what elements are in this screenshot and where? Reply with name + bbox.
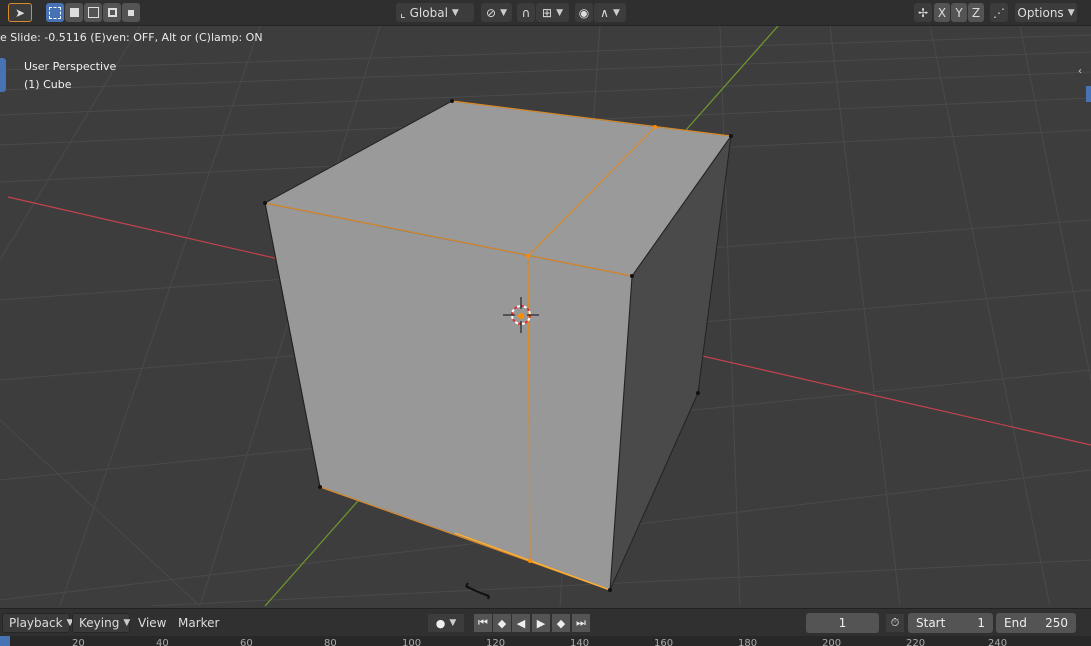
auto-merge-icon: ⋰ bbox=[993, 5, 1005, 20]
falloff-dropdown[interactable]: ∧ ▼ bbox=[594, 3, 626, 22]
ruler-tick: 200 bbox=[822, 638, 842, 646]
start-value: 1 bbox=[977, 616, 985, 630]
prev-keyframe-icon: ◆ bbox=[497, 616, 507, 630]
start-label: Start bbox=[916, 616, 946, 630]
jump-end-icon: ⏭ bbox=[576, 616, 586, 629]
pivot-point-dropdown[interactable]: ⊘ ▼ bbox=[481, 3, 512, 22]
playback-menu[interactable]: Playback ▼ bbox=[2, 613, 73, 633]
ruler-tick: 60 bbox=[240, 638, 253, 646]
magnet-icon: ∩ bbox=[521, 5, 531, 20]
ruler-tick: 140 bbox=[570, 638, 590, 646]
select-intersect-icon bbox=[128, 9, 134, 16]
status-text: e Slide: -0.5116 (E)ven: OFF, Alt or (C)… bbox=[0, 31, 263, 44]
falloff-curve-icon: ∧ bbox=[600, 5, 609, 20]
start-frame-field[interactable]: Start 1 bbox=[908, 613, 993, 633]
record-icon: ● bbox=[435, 616, 446, 630]
play-reverse-icon: ◀ bbox=[516, 616, 526, 630]
preview-range-button[interactable]: ⏱ bbox=[886, 614, 904, 632]
next-keyframe-button[interactable]: ◆ bbox=[552, 614, 570, 632]
next-keyframe-icon: ◆ bbox=[556, 616, 566, 630]
chevron-down-icon: ▼ bbox=[1067, 7, 1075, 18]
play-icon: ▶ bbox=[536, 616, 546, 630]
select-difference-button[interactable] bbox=[103, 3, 121, 22]
playhead-marker[interactable] bbox=[0, 636, 10, 646]
select-subtract-icon bbox=[87, 7, 99, 18]
mirror-x-button[interactable]: X bbox=[934, 3, 950, 22]
select-box-new-button[interactable] bbox=[46, 3, 64, 22]
object-name-label: (1) Cube bbox=[24, 78, 72, 91]
snap-toggle-button[interactable]: ∩ bbox=[517, 3, 535, 22]
jump-start-icon: ⏮ bbox=[478, 616, 488, 629]
proportional-edit-button[interactable]: ◉ bbox=[575, 3, 593, 22]
keying-label: Keying bbox=[79, 616, 120, 630]
end-label: End bbox=[1004, 616, 1027, 630]
mirror-y-label: Y bbox=[955, 5, 963, 20]
select-intersect-button[interactable] bbox=[122, 3, 140, 22]
auto-merge-button[interactable]: ⋰ bbox=[990, 3, 1008, 22]
chevron-down-icon: ▼ bbox=[123, 618, 131, 628]
ruler-tick: 100 bbox=[402, 638, 422, 646]
select-extend-icon bbox=[69, 8, 79, 17]
mirror-z-label: Z bbox=[971, 5, 981, 20]
prev-keyframe-button[interactable]: ◆ bbox=[493, 614, 511, 632]
chevron-down-icon: ▼ bbox=[612, 7, 620, 18]
chevron-down-icon: ▼ bbox=[451, 7, 459, 18]
cursor-arrow-icon: ➤ bbox=[14, 5, 26, 20]
chevron-down-icon: ▼ bbox=[556, 7, 563, 18]
keying-menu[interactable]: Keying ▼ bbox=[72, 613, 130, 633]
auto-keying-button[interactable]: ● ▼ bbox=[428, 614, 464, 632]
marker-menu[interactable]: Marker bbox=[172, 613, 225, 633]
view-name-label: User Perspective bbox=[24, 60, 117, 73]
sidebar-toggle-icon[interactable]: ‹ bbox=[1078, 66, 1082, 77]
proportional-edit-icon: ◉ bbox=[578, 5, 590, 20]
jump-start-button[interactable]: ⏮ bbox=[474, 614, 492, 632]
ruler-tick: 160 bbox=[654, 638, 674, 646]
pivot-icon: ⊘ bbox=[486, 5, 497, 20]
playback-label: Playback bbox=[9, 616, 63, 630]
options-dropdown[interactable]: Options ▼ bbox=[1015, 3, 1077, 22]
select-subtract-button[interactable] bbox=[84, 3, 102, 22]
chevron-down-icon: ▼ bbox=[449, 618, 457, 628]
ruler-tick: 240 bbox=[988, 638, 1008, 646]
timeline-header: Playback ▼ Keying ▼ View Marker ● ▼ ⏮ ◆ … bbox=[0, 608, 1091, 637]
end-value: 250 bbox=[1045, 616, 1068, 630]
butterfly-icon: ✢ bbox=[917, 5, 929, 20]
transform-orientation-dropdown[interactable]: ⌞ Global ▼ bbox=[396, 3, 474, 22]
left-edge-tab[interactable] bbox=[0, 58, 6, 92]
jump-end-button[interactable]: ⏭ bbox=[572, 614, 590, 632]
play-button[interactable]: ▶ bbox=[532, 614, 550, 632]
mirror-z-button[interactable]: Z bbox=[968, 3, 984, 22]
end-frame-field[interactable]: End 250 bbox=[996, 613, 1076, 633]
orientation-icon: ⌞ bbox=[400, 5, 406, 20]
mirror-y-button[interactable]: Y bbox=[951, 3, 967, 22]
frame-ruler[interactable]: 20 40 60 80 100 120 140 160 180 200 220 … bbox=[0, 636, 1091, 646]
ruler-tick: 40 bbox=[156, 638, 169, 646]
play-reverse-button[interactable]: ◀ bbox=[512, 614, 530, 632]
ruler-tick: 80 bbox=[324, 638, 337, 646]
options-label: Options bbox=[1017, 5, 1064, 20]
3d-viewport[interactable] bbox=[0, 26, 1091, 606]
mirror-options-button[interactable]: ✢ bbox=[914, 3, 932, 22]
select-new-icon bbox=[49, 6, 61, 19]
snap-increment-icon: ⊞ bbox=[542, 5, 553, 20]
orientation-label: Global bbox=[409, 5, 448, 20]
select-extend-button[interactable] bbox=[65, 3, 83, 22]
stopwatch-icon: ⏱ bbox=[890, 616, 900, 629]
view-menu[interactable]: View bbox=[132, 613, 172, 633]
ruler-tick: 220 bbox=[906, 638, 926, 646]
right-edge-tab[interactable] bbox=[1086, 86, 1091, 102]
select-difference-icon bbox=[107, 8, 117, 17]
snap-target-dropdown[interactable]: ⊞ ▼ bbox=[536, 3, 569, 22]
ruler-tick: 20 bbox=[72, 638, 85, 646]
header-toolbar: ➤ ⌞ Global ▼ ⊘ ▼ ∩ ⊞ ▼ ◉ ∧ ▼ ✢ X Y Z ⋰ O… bbox=[0, 0, 1091, 26]
mirror-x-label: X bbox=[937, 5, 947, 20]
current-frame-field[interactable]: 1 bbox=[806, 613, 879, 633]
ruler-tick: 120 bbox=[486, 638, 506, 646]
chevron-down-icon: ▼ bbox=[500, 7, 507, 18]
select-tool-button[interactable]: ➤ bbox=[8, 3, 32, 22]
ruler-tick: 180 bbox=[738, 638, 758, 646]
